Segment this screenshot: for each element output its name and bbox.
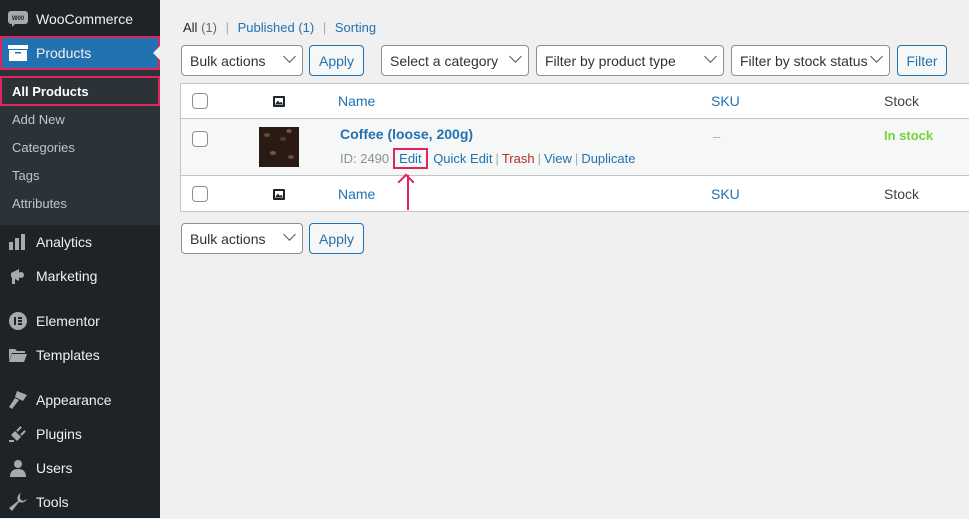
sidebar-item-label: Products — [36, 45, 92, 61]
edit-link[interactable]: Edit — [399, 151, 421, 166]
table-header: Name SKU Stock — [181, 84, 969, 119]
archive-icon — [8, 43, 28, 63]
folder-icon — [8, 345, 28, 365]
products-table: Name SKU Stock Coffee (loose, 200g) ID: … — [180, 83, 969, 212]
product-thumbnail[interactable] — [259, 127, 299, 167]
chevron-down-icon — [704, 50, 717, 63]
image-icon — [273, 188, 285, 200]
sidebar-item-plugins[interactable]: Plugins — [0, 417, 160, 451]
chevron-down-icon — [283, 228, 296, 241]
quick-edit-link[interactable]: Quick Edit — [433, 151, 492, 166]
sidebar-item-marketing[interactable]: Marketing — [0, 259, 160, 293]
view-all[interactable]: All — [183, 20, 197, 35]
sidebar-item-templates[interactable]: Templates — [0, 338, 160, 372]
select-value: Filter by product type — [545, 52, 676, 69]
sidebar-item-label: Marketing — [36, 268, 98, 284]
filter-button[interactable]: Filter — [897, 45, 947, 76]
main-content: All (1) | Published (1) | Sorting Bulk a… — [160, 0, 969, 518]
column-sku-bottom[interactable]: SKU — [711, 186, 740, 202]
sidebar-item-appearance[interactable]: Appearance — [0, 383, 160, 417]
table-footer: Name SKU Stock — [181, 176, 969, 212]
current-indicator — [153, 46, 160, 60]
select-value: Bulk actions — [190, 230, 266, 247]
sidebar-item-label: Users — [36, 460, 73, 476]
sidebar-item-elementor[interactable]: Elementor — [0, 304, 160, 338]
sidebar-item-label: WooCommerce — [36, 11, 133, 27]
sidebar-item-analytics[interactable]: Analytics — [0, 225, 160, 259]
megaphone-icon — [8, 266, 28, 286]
column-stock: Stock — [884, 93, 920, 109]
image-icon — [273, 95, 285, 107]
submenu-item-attributes[interactable]: Attributes — [12, 196, 67, 211]
svg-text:W00: W00 — [12, 16, 25, 22]
view-link[interactable]: View — [544, 151, 572, 166]
user-icon — [8, 458, 28, 478]
row-actions: ID: 2490 Edit Quick Edit | Trash | View | Dupli… — [340, 148, 636, 169]
separator: | — [225, 20, 229, 35]
chevron-down-icon — [283, 50, 296, 63]
elementor-icon — [8, 311, 28, 331]
paintbrush-icon — [8, 390, 28, 410]
separator: | — [322, 20, 327, 35]
table-row: Coffee (loose, 200g) ID: 2490 Edit Quick … — [181, 119, 969, 176]
select-all-checkbox-bottom[interactable] — [192, 186, 208, 202]
woo-icon: W00 — [8, 9, 28, 29]
wrench-icon — [8, 492, 28, 512]
column-stock-bottom: Stock — [884, 186, 920, 202]
submenu-item-add-new[interactable]: Add New — [12, 112, 65, 127]
sidebar-item-label: Tools — [36, 494, 69, 510]
column-sku[interactable]: SKU — [711, 93, 740, 109]
sidebar-item-woocommerce[interactable]: W00 WooCommerce — [0, 2, 160, 36]
separator: | — [574, 151, 579, 166]
column-name[interactable]: Name — [338, 93, 375, 109]
view-sorting[interactable]: Sorting — [335, 20, 376, 35]
separator: | — [537, 151, 541, 166]
bulk-actions-select-bottom[interactable]: Bulk actions — [181, 223, 303, 254]
view-all-count: (1) — [201, 20, 217, 35]
submenu-item-categories[interactable]: Categories — [12, 140, 75, 155]
chevron-down-icon — [509, 50, 522, 63]
submenu-item-all-products[interactable]: All Products — [0, 76, 160, 106]
chevron-down-icon — [870, 50, 883, 63]
bulk-actions-select-top[interactable]: Bulk actions — [181, 45, 303, 76]
apply-button-top[interactable]: Apply — [309, 45, 364, 76]
sidebar-item-users[interactable]: Users — [0, 451, 160, 485]
product-type-select[interactable]: Filter by product type — [536, 45, 724, 76]
plug-icon — [8, 424, 28, 444]
chart-bar-icon — [8, 232, 28, 252]
sidebar-item-products[interactable]: Products — [0, 36, 160, 70]
row-checkbox[interactable] — [192, 131, 208, 147]
product-id: ID: 2490 — [340, 151, 390, 166]
sidebar-item-label: Analytics — [36, 234, 93, 250]
product-name-link[interactable]: Coffee (loose, 200g) — [340, 126, 473, 142]
duplicate-link[interactable]: Duplicate — [581, 151, 635, 166]
select-all-checkbox[interactable] — [192, 93, 208, 109]
apply-button-bottom[interactable]: Apply — [309, 223, 364, 254]
sidebar-item-label: Plugins — [36, 426, 82, 442]
sidebar-item-label: Templates — [36, 347, 100, 363]
view-published[interactable]: Published (1) — [238, 20, 315, 35]
stock-status: In stock — [884, 128, 934, 143]
sidebar-item-label: Elementor — [36, 313, 100, 329]
trash-link[interactable]: Trash — [502, 151, 535, 166]
separator: | — [495, 151, 499, 166]
sku-value: – — [713, 129, 721, 144]
submenu-label: All Products — [12, 83, 89, 99]
submenu-item-tags[interactable]: Tags — [12, 168, 39, 183]
sidebar-item-tools[interactable]: Tools — [0, 485, 160, 519]
sidebar-item-label: Appearance — [36, 392, 112, 408]
annotation-arrow-icon — [407, 175, 409, 210]
select-value: Select a category — [390, 52, 499, 69]
status-views: All (1) | Published (1) | Sorting — [183, 20, 376, 35]
admin-sidebar: W00 WooCommerce Products All Products Ad… — [0, 0, 160, 518]
edit-highlight: Edit — [393, 148, 428, 169]
select-value: Filter by stock status — [740, 52, 868, 69]
products-submenu: All Products Add New Categories Tags Att… — [0, 70, 160, 225]
stock-status-select[interactable]: Filter by stock status — [731, 45, 890, 76]
column-name-bottom[interactable]: Name — [338, 186, 375, 202]
category-select[interactable]: Select a category — [381, 45, 529, 76]
select-value: Bulk actions — [190, 52, 266, 69]
